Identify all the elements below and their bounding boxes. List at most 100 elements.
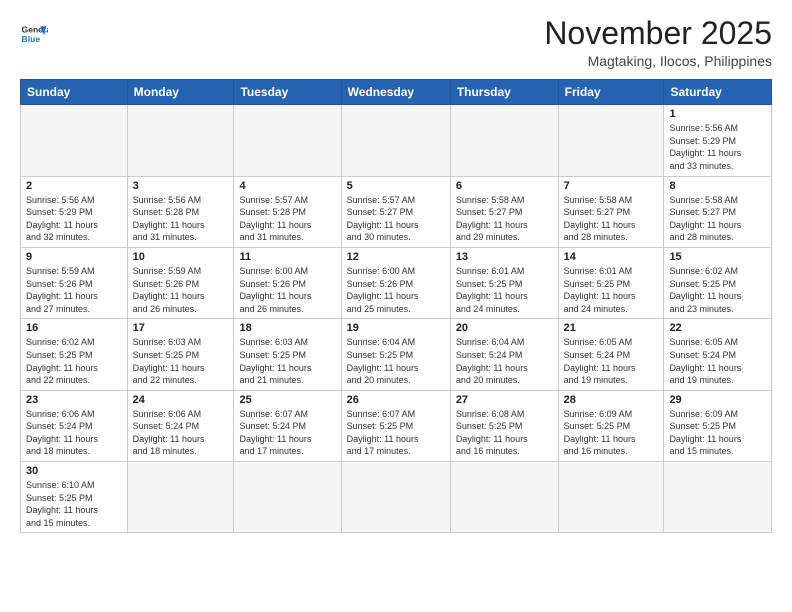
day-info: Sunrise: 5:58 AM Sunset: 5:27 PM Dayligh… — [456, 194, 553, 244]
calendar-cell: 23 Sunrise: 6:06 AM Sunset: 5:24 PM Dayli… — [21, 390, 128, 461]
day-number: 10 — [133, 251, 229, 263]
calendar-cell: 14 Sunrise: 6:01 AM Sunset: 5:25 PM Dayli… — [558, 247, 664, 318]
calendar-cell — [21, 105, 128, 176]
day-number: 2 — [26, 180, 122, 192]
day-info: Sunrise: 6:03 AM Sunset: 5:25 PM Dayligh… — [133, 336, 229, 386]
day-info: Sunrise: 5:56 AM Sunset: 5:29 PM Dayligh… — [26, 194, 122, 244]
calendar-cell: 7 Sunrise: 5:58 AM Sunset: 5:27 PM Daylig… — [558, 176, 664, 247]
calendar-cell: 30 Sunrise: 6:10 AM Sunset: 5:25 PM Dayli… — [21, 462, 128, 533]
day-number: 9 — [26, 251, 122, 263]
calendar-cell: 29 Sunrise: 6:09 AM Sunset: 5:25 PM Dayli… — [664, 390, 772, 461]
day-number: 23 — [26, 394, 122, 406]
calendar-cell: 8 Sunrise: 5:58 AM Sunset: 5:27 PM Daylig… — [664, 176, 772, 247]
day-info: Sunrise: 6:05 AM Sunset: 5:24 PM Dayligh… — [669, 336, 766, 386]
day-info: Sunrise: 6:01 AM Sunset: 5:25 PM Dayligh… — [564, 265, 659, 315]
calendar-cell: 13 Sunrise: 6:01 AM Sunset: 5:25 PM Dayli… — [450, 247, 558, 318]
calendar-cell — [558, 462, 664, 533]
calendar-cell — [234, 105, 341, 176]
day-number: 28 — [564, 394, 659, 406]
day-number: 27 — [456, 394, 553, 406]
weekday-header-saturday: Saturday — [664, 80, 772, 105]
calendar-cell — [127, 462, 234, 533]
day-info: Sunrise: 6:08 AM Sunset: 5:25 PM Dayligh… — [456, 408, 553, 458]
day-info: Sunrise: 6:06 AM Sunset: 5:24 PM Dayligh… — [26, 408, 122, 458]
calendar-cell: 20Sunrise: 6:04 AM Sunset: 5:24 PM Dayli… — [450, 319, 558, 390]
weekday-header-row: SundayMondayTuesdayWednesdayThursdayFrid… — [21, 80, 772, 105]
day-number: 19 — [347, 322, 445, 334]
day-number: 20 — [456, 322, 553, 334]
day-info: Sunrise: 6:02 AM Sunset: 5:25 PM Dayligh… — [669, 265, 766, 315]
calendar-cell: 5Sunrise: 5:57 AM Sunset: 5:27 PM Daylig… — [341, 176, 450, 247]
calendar-cell: 28Sunrise: 6:09 AM Sunset: 5:25 PM Dayli… — [558, 390, 664, 461]
calendar-cell — [450, 105, 558, 176]
calendar-week-1: 1 Sunrise: 5:56 AM Sunset: 5:29 PM Daylig… — [21, 105, 772, 176]
day-number: 17 — [133, 322, 229, 334]
day-number: 18 — [239, 322, 335, 334]
day-info: Sunrise: 6:03 AM Sunset: 5:25 PM Dayligh… — [239, 336, 335, 386]
calendar-table: SundayMondayTuesdayWednesdayThursdayFrid… — [20, 79, 772, 533]
calendar-cell — [341, 462, 450, 533]
day-info: Sunrise: 5:58 AM Sunset: 5:27 PM Dayligh… — [669, 194, 766, 244]
day-info: Sunrise: 5:57 AM Sunset: 5:28 PM Dayligh… — [239, 194, 335, 244]
day-info: Sunrise: 5:56 AM Sunset: 5:29 PM Dayligh… — [669, 122, 766, 172]
calendar-cell: 6Sunrise: 5:58 AM Sunset: 5:27 PM Daylig… — [450, 176, 558, 247]
calendar-cell: 10Sunrise: 5:59 AM Sunset: 5:26 PM Dayli… — [127, 247, 234, 318]
calendar-cell: 21 Sunrise: 6:05 AM Sunset: 5:24 PM Dayli… — [558, 319, 664, 390]
calendar-cell: 25Sunrise: 6:07 AM Sunset: 5:24 PM Dayli… — [234, 390, 341, 461]
calendar-cell: 11 Sunrise: 6:00 AM Sunset: 5:26 PM Dayli… — [234, 247, 341, 318]
day-info: Sunrise: 6:00 AM Sunset: 5:26 PM Dayligh… — [239, 265, 335, 315]
day-number: 7 — [564, 180, 659, 192]
day-number: 29 — [669, 394, 766, 406]
day-number: 15 — [669, 251, 766, 263]
day-info: Sunrise: 6:07 AM Sunset: 5:24 PM Dayligh… — [239, 408, 335, 458]
day-number: 5 — [347, 180, 445, 192]
title-block: November 2025 Magtaking, Ilocos, Philipp… — [544, 16, 772, 69]
month-title: November 2025 — [544, 16, 772, 51]
day-number: 16 — [26, 322, 122, 334]
calendar-cell: 16 Sunrise: 6:02 AM Sunset: 5:25 PM Dayli… — [21, 319, 128, 390]
weekday-header-sunday: Sunday — [21, 80, 128, 105]
day-info: Sunrise: 6:06 AM Sunset: 5:24 PM Dayligh… — [133, 408, 229, 458]
day-info: Sunrise: 6:09 AM Sunset: 5:25 PM Dayligh… — [669, 408, 766, 458]
calendar-week-5: 23 Sunrise: 6:06 AM Sunset: 5:24 PM Dayli… — [21, 390, 772, 461]
day-info: Sunrise: 6:10 AM Sunset: 5:25 PM Dayligh… — [26, 479, 122, 529]
day-number: 14 — [564, 251, 659, 263]
day-info: Sunrise: 5:59 AM Sunset: 5:26 PM Dayligh… — [26, 265, 122, 315]
day-number: 12 — [347, 251, 445, 263]
calendar-cell — [664, 462, 772, 533]
day-info: Sunrise: 6:02 AM Sunset: 5:25 PM Dayligh… — [26, 336, 122, 386]
weekday-header-monday: Monday — [127, 80, 234, 105]
calendar-week-3: 9 Sunrise: 5:59 AM Sunset: 5:26 PM Daylig… — [21, 247, 772, 318]
day-number: 26 — [347, 394, 445, 406]
day-number: 1 — [669, 108, 766, 120]
day-number: 3 — [133, 180, 229, 192]
day-number: 30 — [26, 465, 122, 477]
weekday-header-wednesday: Wednesday — [341, 80, 450, 105]
day-info: Sunrise: 6:01 AM Sunset: 5:25 PM Dayligh… — [456, 265, 553, 315]
day-number: 13 — [456, 251, 553, 263]
day-info: Sunrise: 5:56 AM Sunset: 5:28 PM Dayligh… — [133, 194, 229, 244]
generalblue-logo-icon: General Blue — [20, 20, 48, 48]
calendar-cell: 12Sunrise: 6:00 AM Sunset: 5:26 PM Dayli… — [341, 247, 450, 318]
day-number: 4 — [239, 180, 335, 192]
weekday-header-friday: Friday — [558, 80, 664, 105]
calendar-cell: 9 Sunrise: 5:59 AM Sunset: 5:26 PM Daylig… — [21, 247, 128, 318]
calendar-cell: 22 Sunrise: 6:05 AM Sunset: 5:24 PM Dayli… — [664, 319, 772, 390]
calendar-cell — [341, 105, 450, 176]
day-info: Sunrise: 6:05 AM Sunset: 5:24 PM Dayligh… — [564, 336, 659, 386]
day-info: Sunrise: 5:58 AM Sunset: 5:27 PM Dayligh… — [564, 194, 659, 244]
day-number: 21 — [564, 322, 659, 334]
calendar-cell: 15 Sunrise: 6:02 AM Sunset: 5:25 PM Dayli… — [664, 247, 772, 318]
calendar-cell: 3 Sunrise: 5:56 AM Sunset: 5:28 PM Daylig… — [127, 176, 234, 247]
page: General Blue November 2025 Magtaking, Il… — [0, 0, 792, 612]
location: Magtaking, Ilocos, Philippines — [544, 53, 772, 69]
calendar-cell: 4 Sunrise: 5:57 AM Sunset: 5:28 PM Daylig… — [234, 176, 341, 247]
calendar-cell: 27 Sunrise: 6:08 AM Sunset: 5:25 PM Dayli… — [450, 390, 558, 461]
logo: General Blue — [20, 20, 48, 48]
calendar-week-2: 2 Sunrise: 5:56 AM Sunset: 5:29 PM Daylig… — [21, 176, 772, 247]
day-number: 8 — [669, 180, 766, 192]
day-number: 22 — [669, 322, 766, 334]
header: General Blue November 2025 Magtaking, Il… — [20, 16, 772, 69]
day-number: 11 — [239, 251, 335, 263]
calendar-cell: 17 Sunrise: 6:03 AM Sunset: 5:25 PM Dayli… — [127, 319, 234, 390]
